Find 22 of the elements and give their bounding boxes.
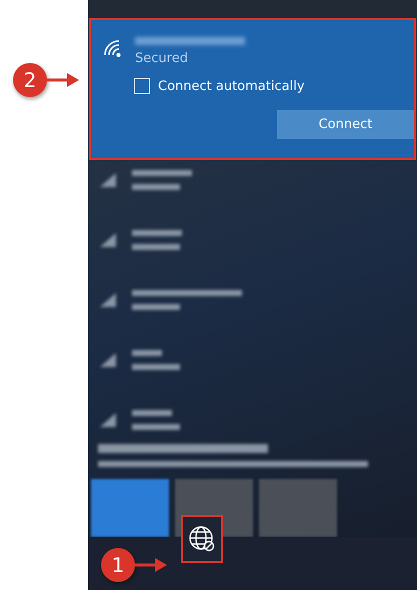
blurred-network-item[interactable]	[100, 290, 242, 310]
globe-icon	[188, 525, 216, 553]
signal-icon	[100, 353, 116, 367]
signal-icon	[100, 173, 116, 187]
callout-arrow	[131, 558, 167, 572]
signal-icon	[100, 413, 116, 427]
signal-icon	[100, 293, 116, 307]
callout-arrow	[43, 73, 79, 87]
blurred-network-item[interactable]	[100, 230, 182, 250]
selected-network-card[interactable]: Secured Connect automatically Connect	[91, 20, 414, 158]
network-status: Secured	[135, 51, 189, 66]
connect-button[interactable]: Connect	[277, 110, 414, 139]
blurred-network-item[interactable]	[100, 170, 192, 190]
network-globe-button[interactable]	[181, 515, 223, 563]
blurred-hotspot-tile[interactable]	[259, 479, 337, 537]
connect-automatically-checkbox[interactable]: Connect automatically	[134, 78, 414, 94]
signal-icon	[100, 233, 116, 247]
wifi-icon	[103, 40, 123, 58]
blurred-network-item[interactable]	[100, 410, 180, 430]
step-number-badge: 2	[13, 63, 47, 97]
blurred-network-item[interactable]	[100, 350, 180, 370]
blurred-wifi-tile[interactable]	[91, 479, 169, 537]
